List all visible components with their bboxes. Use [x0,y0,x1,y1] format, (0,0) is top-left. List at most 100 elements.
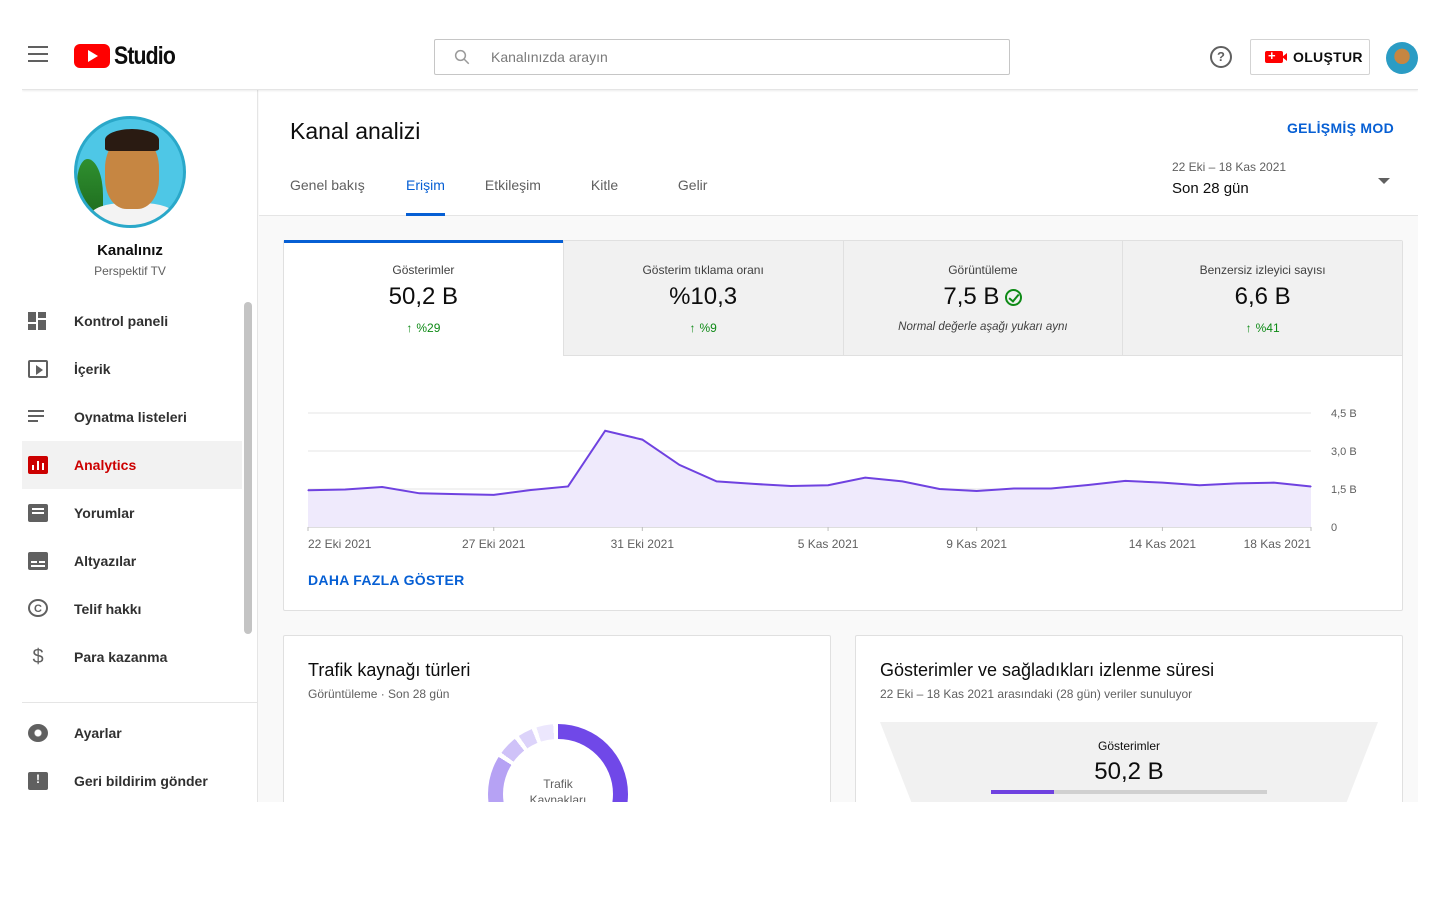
sidebar-item-feedback[interactable]: Geri bildirim gönder [22,757,258,802]
data-point [1161,482,1164,484]
search-icon [454,49,470,65]
sidebar-item-copyright[interactable]: C Telif hakkı [22,585,242,633]
metric-value-row: 7,5 B [844,283,1123,311]
funnel-value: 50,2 B [1094,758,1164,785]
subtitles-icon [28,552,48,570]
metric-label: Gösterim tıklama oranı [642,263,764,277]
sidebar-item-label: Para kazanma [74,649,168,665]
data-point [567,485,569,488]
advanced-mode-button[interactable]: GELİŞMİŞ MOD [1287,120,1394,136]
metric-value: 50,2 B [388,283,459,310]
impressions-funnel-card: Gösterimler ve sağladıkları izlenme süre… [855,635,1403,802]
playlist-icon [28,408,48,426]
data-point [604,430,606,432]
metric-unique-viewers[interactable]: Benzersiz izleyici sayısı 6,6 B ↑ %41 [1123,241,1402,356]
data-point [455,493,458,495]
card-title: Gösterimler ve sağladıkları izlenme süre… [880,660,1215,680]
comments-icon [28,504,48,522]
data-point [530,489,532,491]
data-point [344,488,346,491]
analytics-icon [28,456,48,474]
metric-ctr[interactable]: Gösterim tıklama oranı %10,3 ↑ %9 [563,241,844,356]
page-title: Kanal analizi [290,118,421,144]
sidebar-nav: Kontrol paneli İçerik Oynatma listeleri … [22,297,242,697]
data-point [418,492,421,494]
data-point [716,480,718,482]
metric-value-row: 6,6 B [1123,283,1402,311]
sidebar-item-label: Telif hakkı [74,601,142,617]
tab-revenue[interactable]: Gelir [678,170,708,216]
y-tick-label: 4,5 B [1331,408,1357,420]
arrow-up-icon: ↑ [406,321,413,335]
sidebar-scrollbar[interactable] [244,302,252,634]
data-point [307,489,309,491]
channel-name: Kanalınız [97,242,163,259]
check-circle-icon [1005,288,1023,306]
sidebar-item-dashboard[interactable]: Kontrol paneli [22,297,242,345]
content-icon [28,360,48,378]
channel-avatar[interactable] [74,116,186,228]
analytics-header: Kanal analizi GELİŞMİŞ MOD Genel bakış E… [259,90,1418,216]
sidebar-item-settings[interactable]: Ayarlar [22,709,258,757]
data-point [753,483,755,485]
data-point [1236,482,1238,485]
x-tick-label: 18 Kas 2021 [1244,537,1312,551]
data-point [1310,485,1312,488]
data-point [493,494,495,496]
account-avatar[interactable] [1386,42,1418,74]
metric-delta-value: %41 [1255,321,1280,335]
create-video-icon [1265,48,1287,63]
search-box[interactable] [434,39,1010,75]
metric-value: %10,3 [669,283,738,310]
youtube-studio-logo[interactable]: Studio [74,42,186,70]
show-more-button[interactable]: DAHA FAZLA GÖSTER [308,572,465,588]
sidebar-item-label: Yorumlar [74,505,135,521]
date-range-selector[interactable]: 22 Eki – 18 Kas 2021 Son 28 gün [1172,160,1394,202]
youtube-play-icon [74,44,110,68]
data-point [381,486,383,488]
metric-value-row: %10,3 [564,283,843,311]
data-point [938,488,941,490]
data-point [901,480,903,482]
data-point [1013,487,1015,490]
settings-icon [28,724,48,742]
help-icon[interactable]: ? [1210,46,1232,68]
impressions-chart[interactable]: 4,5 B 3,0 B 1,5 B 0 22 Eki 2021 27 Eki 2021 31… [284,391,1402,561]
funnel-progress-fill [991,790,1055,794]
data-point [1050,487,1052,490]
tab-overview[interactable]: Genel bakış [290,170,406,216]
traffic-source-card: Trafik kaynağı türleri Görüntüleme · Son… [283,635,831,802]
sidebar-item-subtitles[interactable]: Altyazılar [22,537,242,585]
hamburger-menu-icon[interactable] [28,46,48,62]
data-point [976,490,978,492]
data-point [1124,480,1126,482]
traffic-donut-chart[interactable]: Trafik Kaynakları [488,724,628,802]
sidebar-item-comments[interactable]: Yorumlar [22,489,242,537]
x-tick-label: 27 Eki 2021 [462,537,526,551]
sidebar-item-label: Altyazılar [74,553,137,569]
sidebar-item-label: Geri bildirim gönder [74,773,208,789]
sidebar-item-monetization[interactable]: $ Para kazanma [22,633,242,681]
card-title: Trafik kaynağı türleri [308,660,471,680]
tab-reach[interactable]: Erişim [406,170,445,216]
x-tick-label: 5 Kas 2021 [798,537,859,551]
sidebar-item-analytics[interactable]: Analytics [22,441,242,489]
sidebar-item-content[interactable]: İçerik [22,345,242,393]
sidebar-item-label: Oynatma listeleri [74,409,187,425]
tab-audience[interactable]: Kitle [591,170,678,216]
metric-delta: ↑ %9 [564,321,843,335]
data-point [1198,484,1201,486]
metric-impressions[interactable]: Gösterimler 50,2 B ↑ %29 [284,240,564,356]
search-input[interactable] [491,40,991,74]
sidebar-item-label: Ayarlar [74,725,122,741]
sidebar-item-playlists[interactable]: Oynatma listeleri [22,393,242,441]
copyright-icon: C [28,599,48,617]
chevron-down-icon [1378,178,1390,184]
main-content: Kanal analizi GELİŞMİŞ MOD Genel bakış E… [259,90,1418,802]
x-tick-label: 14 Kas 2021 [1129,537,1197,551]
metric-views[interactable]: Görüntüleme 7,5 B Normal değerle aşağı y… [843,241,1124,356]
data-point [790,485,792,487]
tab-engagement[interactable]: Etkileşim [485,170,591,216]
create-button[interactable]: OLUŞTUR [1250,39,1370,75]
funnel-progress-bar [991,790,1267,794]
